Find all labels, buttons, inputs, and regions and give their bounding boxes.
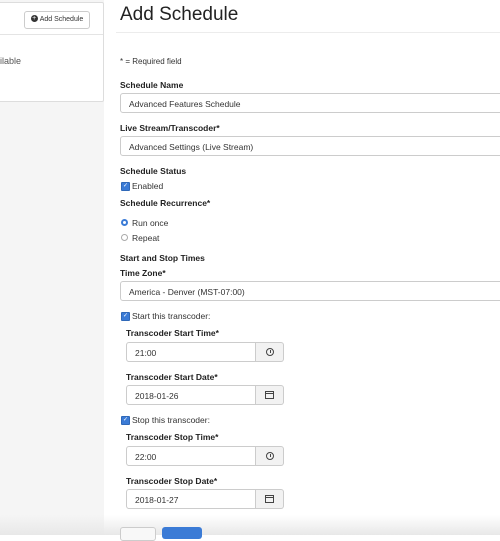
clock-icon: [266, 452, 274, 460]
calendar-icon: [265, 495, 274, 503]
enabled-checkbox[interactable]: ✓: [121, 182, 130, 191]
schedule-name-label: Schedule Name: [120, 80, 184, 90]
cancel-button[interactable]: [120, 527, 156, 541]
clock-icon: [266, 348, 274, 356]
start-date-label: Transcoder Start Date*: [126, 372, 218, 382]
repeat-label: Repeat: [132, 233, 160, 243]
times-header: Start and Stop Times: [120, 253, 205, 263]
timezone-select[interactable]: America - Denver (MST-07:00): [120, 281, 500, 301]
submit-button[interactable]: [162, 527, 202, 539]
left-panel: +Add Schedule ailable: [0, 0, 104, 535]
timezone-label: Time Zone*: [120, 268, 166, 278]
status-label: Schedule Status: [120, 166, 187, 176]
divider: [0, 34, 103, 35]
plus-circle-icon: +: [30, 14, 38, 22]
start-time-label: Transcoder Start Time*: [126, 328, 219, 338]
required-note: * = Required field: [120, 57, 182, 66]
start-time-addon[interactable]: [256, 342, 284, 362]
page-title: Add Schedule: [120, 4, 239, 25]
enabled-label: Enabled: [132, 181, 164, 191]
stop-time-label: Transcoder Stop Time*: [126, 432, 219, 442]
stream-label: Live Stream/Transcoder*: [120, 123, 220, 133]
run-once-radio[interactable]: [121, 219, 128, 226]
stream-select[interactable]: Advanced Settings (Live Stream): [120, 136, 500, 156]
main-content: Add Schedule * = Required field Schedule…: [104, 0, 500, 535]
schedule-name-input[interactable]: Advanced Features Schedule: [120, 93, 500, 113]
stop-date-addon[interactable]: [256, 489, 284, 509]
start-time-input[interactable]: 21:00: [126, 342, 256, 362]
stop-time-addon[interactable]: [256, 446, 284, 466]
calendar-icon: [265, 391, 274, 399]
run-once-label: Run once: [132, 218, 169, 228]
start-date-input[interactable]: 2018-01-26: [126, 385, 256, 405]
stop-checkbox-label: Stop this transcoder:: [132, 415, 210, 425]
empty-list-text: ailable: [0, 56, 22, 66]
stop-checkbox[interactable]: ✓: [121, 416, 130, 425]
start-checkbox[interactable]: ✓: [121, 312, 130, 321]
title-divider: [116, 32, 500, 33]
stop-date-input[interactable]: 2018-01-27: [126, 489, 256, 509]
repeat-radio[interactable]: [121, 234, 128, 241]
stop-date-label: Transcoder Stop Date*: [126, 476, 218, 486]
start-checkbox-label: Start this transcoder:: [132, 311, 211, 321]
bottom-fade: [0, 515, 500, 535]
schedule-list-card: +Add Schedule ailable: [0, 2, 104, 102]
add-schedule-label: Add Schedule: [39, 16, 84, 23]
recurrence-label: Schedule Recurrence*: [120, 198, 211, 208]
stop-time-input[interactable]: 22:00: [126, 446, 256, 466]
add-schedule-button[interactable]: + Add Schedule: [24, 11, 90, 29]
start-date-addon[interactable]: [256, 385, 284, 405]
